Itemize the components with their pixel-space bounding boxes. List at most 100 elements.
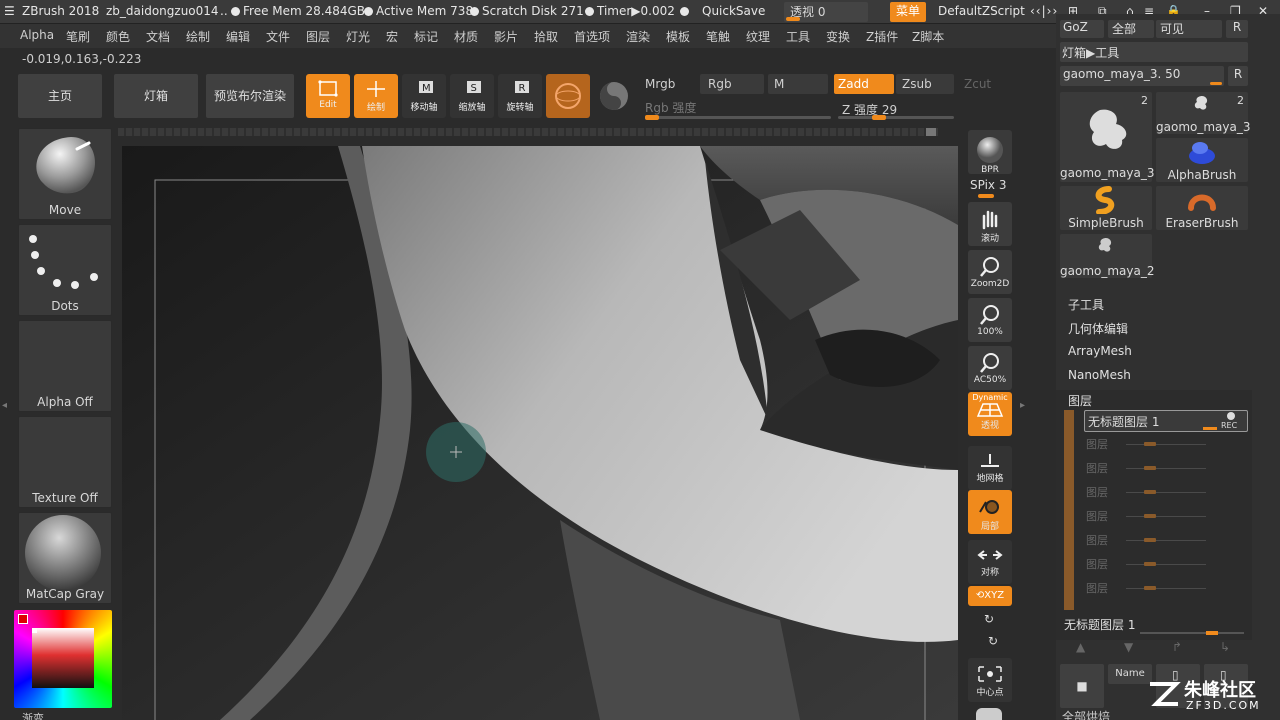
layer-row[interactable]: 图层 (1086, 556, 1210, 574)
goz-button[interactable]: GoZ (1060, 20, 1104, 38)
layer-row[interactable]: 图层 (1086, 484, 1210, 502)
color-picker[interactable] (14, 610, 112, 708)
menu-item[interactable]: 影片 (494, 28, 518, 45)
lightbox-tools-button[interactable]: 灯箱▶工具 (1060, 42, 1248, 62)
menu-item[interactable]: 颜色 (106, 28, 130, 45)
eraserbrush-thumb[interactable]: EraserBrush (1156, 186, 1248, 230)
layers-section[interactable]: 图层 (1068, 392, 1092, 409)
menu-item[interactable]: 文件 (266, 28, 290, 45)
r-button-top[interactable]: R (1226, 20, 1248, 38)
local-symmetry-button[interactable]: 局部 (968, 490, 1012, 534)
menu-item[interactable]: 工具 (786, 28, 810, 45)
menu-item[interactable]: 渲染 (626, 28, 650, 45)
layer-down-icon[interactable]: ▼ (1124, 640, 1133, 654)
secondary-color-swatch[interactable] (32, 628, 37, 633)
menu-item[interactable]: Alpha (20, 28, 54, 42)
z-rotate-icon[interactable]: ↻ (988, 634, 1002, 648)
layer-redo-icon[interactable]: ↱ (1172, 640, 1182, 654)
menu-item[interactable]: 笔刷 (66, 28, 90, 45)
bpr-render-button[interactable]: BPR (968, 130, 1012, 175)
color-square[interactable] (32, 628, 94, 688)
menu-item[interactable]: 图层 (306, 28, 330, 45)
material-selector[interactable]: MatCap Gray (18, 512, 112, 604)
menu-item[interactable]: 宏 (386, 28, 398, 45)
active-layer[interactable]: 无标题图层 1 REC (1084, 410, 1248, 432)
floor-grid-button[interactable]: 地网格 (968, 446, 1012, 490)
menu-item[interactable]: 首选项 (574, 28, 610, 45)
rgb-intensity-slider[interactable] (645, 115, 831, 120)
bottom-layer-knob[interactable] (1206, 631, 1218, 635)
arraymesh-section[interactable]: ArrayMesh (1068, 344, 1132, 358)
menu-item[interactable]: Z插件 (866, 28, 898, 45)
layer-row[interactable]: 图层 (1086, 580, 1210, 598)
rgb-intensity-knob[interactable] (645, 115, 659, 120)
tool-thumb-2[interactable]: 2 gaomo_maya_3 (1156, 92, 1250, 134)
right-collapse-icon[interactable]: ▸ (1020, 400, 1028, 416)
current-tool-knob[interactable] (1210, 82, 1222, 85)
material-sphere-button[interactable] (546, 74, 590, 118)
nanomesh-section[interactable]: NanoMesh (1068, 368, 1131, 382)
zoom2d-button[interactable]: Zoom2D (968, 250, 1012, 294)
move-gizmo-button[interactable]: M 移动轴 (402, 74, 446, 118)
layer-row[interactable]: 图层 (1086, 508, 1210, 526)
draw-mode-button[interactable]: 绘制 (354, 74, 398, 118)
z-intensity-knob[interactable] (871, 115, 886, 120)
layer-next-icon[interactable]: ↳ (1220, 640, 1230, 654)
zcut-button[interactable]: Zcut (964, 77, 991, 91)
scale-gizmo-button[interactable]: S 缩放轴 (450, 74, 494, 118)
ac50-button[interactable]: AC50% (968, 346, 1012, 390)
primary-color-swatch[interactable] (18, 614, 28, 624)
menu-item[interactable]: Z脚本 (912, 28, 944, 45)
edit-mode-button[interactable]: Edit (306, 74, 350, 118)
layer-row[interactable]: 图层 (1086, 460, 1210, 478)
symmetry-button[interactable]: 对称 (968, 540, 1012, 584)
alphabrush-thumb[interactable]: AlphaBrush (1156, 138, 1248, 182)
perspective-slider[interactable]: 透视 0 (784, 2, 868, 22)
layers-scrollbar[interactable] (1064, 410, 1074, 610)
bake-all-label[interactable]: 全部烘焙 (1062, 708, 1110, 720)
timer-toggle[interactable] (680, 4, 692, 18)
rgb-button[interactable]: Rgb (700, 74, 764, 94)
layer-up-icon[interactable]: ▲ (1076, 640, 1085, 654)
menu-item[interactable]: 拾取 (534, 28, 558, 45)
subtool-section[interactable]: 子工具 (1068, 296, 1104, 313)
bottom-layer-slider[interactable] (1140, 631, 1244, 635)
perspective-knob[interactable] (786, 17, 800, 21)
alpha-selector[interactable]: Alpha Off (18, 320, 112, 412)
brush-selector[interactable]: Move (18, 128, 112, 220)
all-button[interactable]: 全部 (1108, 20, 1154, 38)
z-intensity-slider[interactable] (838, 115, 954, 120)
layer-row[interactable]: 图层 (1086, 436, 1210, 454)
perspective-button[interactable]: Dynamic 透视 (968, 392, 1012, 436)
tool-thumb-3[interactable]: gaomo_maya_2 (1060, 234, 1154, 278)
preview-boolean-render-button[interactable]: 预览布尔渲染 (206, 74, 294, 118)
tool-thumb-1[interactable]: 2 gaomo_maya_3 (1060, 92, 1154, 182)
menu-item[interactable]: 变换 (826, 28, 850, 45)
left-collapse-icon[interactable]: ◂ (2, 400, 10, 416)
layer-row[interactable]: 图层 (1086, 532, 1210, 550)
r-button[interactable]: R (1228, 66, 1248, 86)
simplebrush-thumb[interactable]: SimpleBrush (1060, 186, 1152, 230)
zadd-button[interactable]: Zadd (834, 74, 894, 94)
ruler-handle[interactable] (926, 128, 936, 136)
visible-button[interactable]: 可见 (1156, 20, 1222, 38)
texture-selector[interactable]: Texture Off (18, 416, 112, 508)
current-tool-slider[interactable]: gaomo_maya_3. 50 (1060, 66, 1224, 86)
quicksave-button[interactable]: QuickSave (702, 4, 765, 18)
menu-item[interactable]: 纹理 (746, 28, 770, 45)
y-rotate-icon[interactable]: ↻ (984, 612, 998, 626)
scroll-button[interactable]: 滚动 (968, 202, 1012, 246)
menu-item[interactable]: 绘制 (186, 28, 210, 45)
spix-slider[interactable] (978, 194, 994, 198)
document-canvas[interactable] (122, 146, 958, 720)
rec-icon[interactable] (1227, 412, 1235, 420)
m-button[interactable]: M (768, 74, 828, 94)
default-zscript[interactable]: DefaultZScript (938, 4, 1025, 18)
menu-item[interactable]: 编辑 (226, 28, 250, 45)
frame-icon[interactable] (976, 708, 1002, 720)
menu-button[interactable]: 菜单 (890, 2, 926, 22)
xyz-rotate-button[interactable]: ⟲XYZ (968, 586, 1012, 606)
center-point-button[interactable]: 中心点 (968, 658, 1012, 702)
menu-item[interactable]: 标记 (414, 28, 438, 45)
lightbox-button[interactable]: 灯箱 (114, 74, 198, 118)
